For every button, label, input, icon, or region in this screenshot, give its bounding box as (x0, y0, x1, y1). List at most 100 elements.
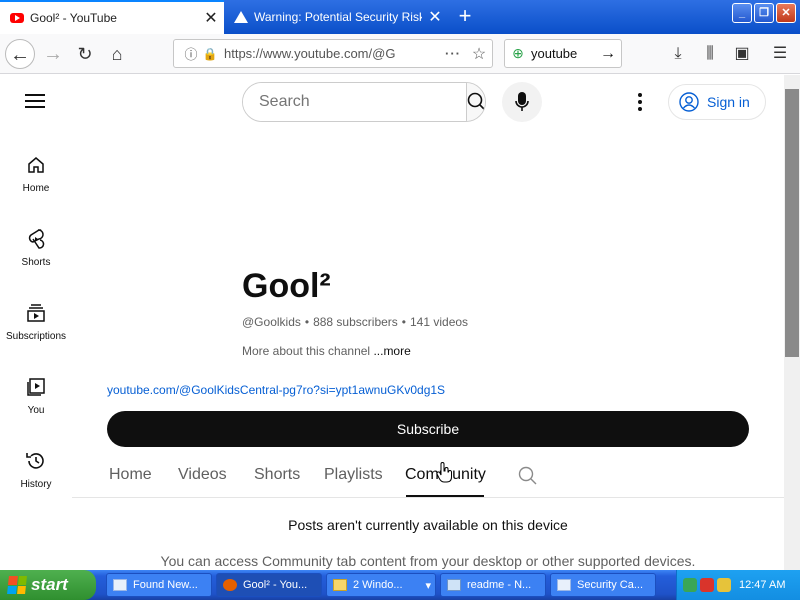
subscribe-button[interactable]: Subscribe (107, 411, 749, 447)
guide-item-you[interactable]: You (0, 375, 72, 416)
search-input[interactable] (243, 83, 466, 121)
history-icon (26, 453, 44, 469)
channel-meta: @Goolkids • 888 subscribers • 141 videos (242, 315, 469, 329)
firefox-icon (223, 579, 237, 591)
network-icon[interactable] (683, 578, 697, 592)
tab-home[interactable]: Home (109, 466, 152, 484)
microphone-icon (515, 92, 529, 111)
guide-item-shorts[interactable]: Shorts (0, 227, 72, 268)
subscriptions-icon (27, 304, 45, 322)
tab-title: Warning: Potential Security Risk A (254, 10, 422, 24)
library-icon[interactable]: ⫼ (698, 42, 722, 66)
clock: 12:47 AM (739, 579, 786, 591)
window-icon (113, 579, 127, 591)
forward-button[interactable]: → (38, 39, 68, 69)
youtube-search-box[interactable] (242, 82, 486, 122)
tab-youtube[interactable]: Gool² - YouTube ✕ (0, 0, 224, 34)
youtube-page: Sign in Home Shorts Subscriptions You Hi… (0, 75, 784, 570)
folder-icon (333, 579, 347, 591)
windows-flag-icon (7, 576, 27, 594)
tab-security-warning[interactable]: Warning: Potential Security Risk A ✕ (226, 0, 448, 34)
guide-item-home[interactable]: Home (0, 153, 72, 194)
menu-icon[interactable]: ☰ (768, 42, 792, 66)
tab-playlists[interactable]: Playlists (324, 466, 383, 484)
task-label: Gool² - You... (243, 579, 308, 591)
page-actions-icon[interactable]: ··· (440, 46, 466, 61)
taskbar-item-firefox[interactable]: Gool² - You... (216, 573, 322, 597)
settings-more-icon[interactable] (630, 90, 650, 114)
scrollbar-thumb[interactable] (785, 89, 799, 357)
guide-label: History (20, 479, 52, 490)
close-window-button[interactable]: ✕ (776, 3, 796, 23)
taskbar-item-found-new[interactable]: Found New... (106, 573, 212, 597)
account-icon (679, 92, 699, 112)
back-button[interactable]: ← (5, 39, 35, 69)
page-scrollbar[interactable] (784, 75, 800, 570)
search-engine-icon: ⊕ (512, 45, 524, 61)
taskbar-item-notepad[interactable]: readme - N... (440, 573, 546, 597)
volume-icon[interactable] (717, 578, 731, 592)
search-icon (518, 466, 537, 485)
task-label: Found New... (133, 579, 198, 591)
search-button[interactable] (466, 83, 485, 121)
taskbar-item-security-center[interactable]: Security Ca... (550, 573, 656, 597)
posts-unavailable-message: Posts aren't currently available on this… (288, 517, 568, 533)
navigation-bar: ← → ↻ ⌂ ⓘ 🔒 https://www.youtube.com/@G ·… (0, 34, 800, 74)
more-link[interactable]: ...more (373, 344, 410, 358)
you-library-icon (27, 378, 45, 396)
youtube-favicon-icon (10, 13, 24, 23)
channel-name: Gool² (242, 267, 331, 305)
new-tab-button[interactable]: + (452, 4, 478, 30)
channel-handle: @Goolkids (242, 315, 301, 329)
sign-in-button[interactable]: Sign in (668, 84, 766, 120)
system-tray: 12:47 AM (676, 570, 800, 600)
close-tab-icon[interactable]: ✕ (422, 7, 448, 27)
security-alert-icon[interactable] (700, 578, 714, 592)
window-icon (557, 579, 571, 591)
channel-about[interactable]: More about this channel ...more (242, 344, 411, 358)
voice-search-button[interactable] (502, 82, 542, 122)
taskbar-item-windows-explorer[interactable]: 2 Windo... ▾ (326, 573, 436, 597)
channel-tabs: Home Videos Shorts Playlists Community (72, 458, 784, 498)
notepad-icon (447, 579, 461, 591)
tab-shorts[interactable]: Shorts (254, 466, 300, 484)
lock-icon[interactable]: 🔒 (202, 47, 218, 61)
guide-label: Home (22, 183, 50, 194)
home-icon (28, 157, 44, 173)
tab-title: Gool² - YouTube (30, 11, 117, 25)
about-text: More about this channel (242, 344, 371, 358)
guide-item-subscriptions[interactable]: Subscriptions (0, 301, 72, 342)
hand-cursor-icon (436, 462, 452, 483)
info-icon[interactable]: ⓘ (180, 44, 202, 63)
search-go-icon[interactable]: → (595, 45, 621, 63)
url-text[interactable]: https://www.youtube.com/@G (218, 46, 440, 61)
maximize-button[interactable]: ❐ (754, 3, 774, 23)
guide-label: You (27, 405, 45, 416)
reload-button[interactable]: ↻ (70, 39, 100, 69)
start-button[interactable]: start (0, 570, 96, 600)
window-controls: _ ❐ ✕ (732, 3, 796, 23)
guide-item-history[interactable]: History (0, 449, 72, 490)
downloads-icon[interactable]: ⤓ (666, 42, 690, 66)
close-tab-icon[interactable]: ✕ (198, 8, 224, 28)
browser-search-value[interactable]: youtube (531, 46, 595, 61)
posts-unavailable-subtext: You can access Community tab content fro… (160, 553, 696, 569)
search-icon (467, 92, 485, 112)
minimize-button[interactable]: _ (732, 3, 752, 23)
guide-menu-icon[interactable] (25, 94, 45, 108)
screen: Gool² - YouTube ✕ Warning: Potential Sec… (0, 0, 800, 600)
channel-search-button[interactable] (518, 466, 538, 491)
guide-label: Subscriptions (5, 331, 67, 342)
sidebar-icon[interactable]: ▣ (730, 42, 754, 66)
url-bar[interactable]: ⓘ 🔒 https://www.youtube.com/@G ··· ☆ (173, 39, 493, 68)
bookmark-star-icon[interactable]: ☆ (466, 44, 492, 64)
task-label: Security Ca... (577, 579, 644, 591)
tab-videos[interactable]: Videos (178, 466, 227, 484)
task-label: 2 Windo... (353, 579, 403, 591)
warning-icon (234, 11, 248, 23)
browser-search-bar[interactable]: ⊕ youtube → (504, 39, 622, 68)
task-label: readme - N... (467, 579, 532, 591)
channel-link[interactable]: youtube.com/@GoolKidsCentral-pg7ro?si=yp… (107, 383, 445, 397)
active-tab-indicator (406, 495, 484, 497)
home-button[interactable]: ⌂ (102, 39, 132, 69)
